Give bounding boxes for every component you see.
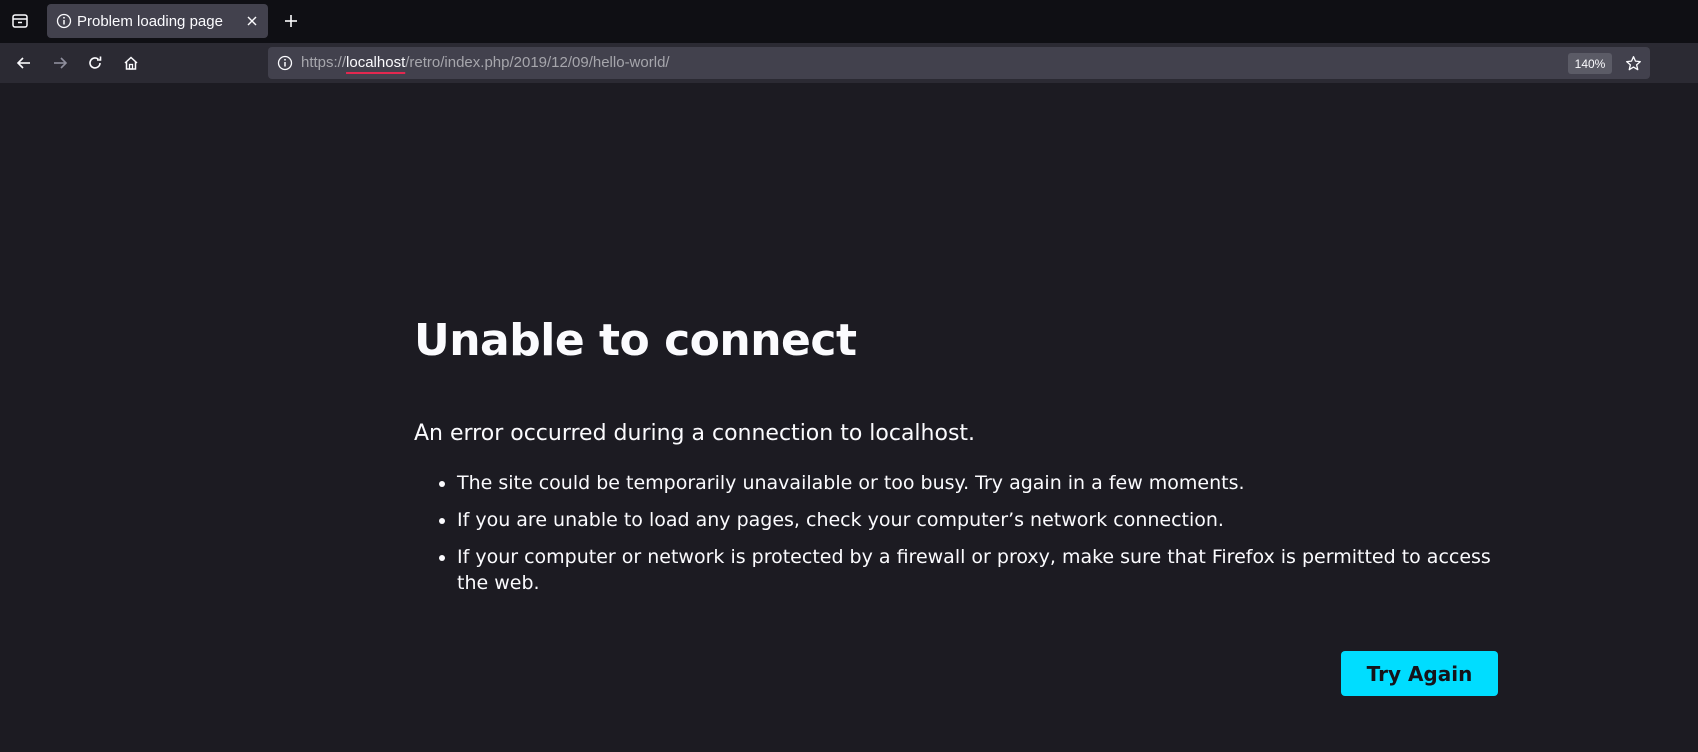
- home-icon: [124, 56, 138, 70]
- new-tab-button[interactable]: [277, 7, 305, 35]
- site-info-button[interactable]: [273, 51, 297, 75]
- arrow-right-icon: [54, 57, 68, 69]
- try-again-button[interactable]: Try Again: [1341, 651, 1498, 696]
- reload-icon: [89, 56, 102, 69]
- close-icon: [247, 16, 257, 26]
- list-item: If your computer or network is protected…: [457, 544, 1494, 596]
- url-host: localhost: [346, 54, 406, 71]
- url-text[interactable]: https://localhost/retro/index.php/2019/1…: [301, 54, 670, 71]
- error-page: Unable to connect An error occurred duri…: [0, 83, 1698, 752]
- list-all-tabs-button[interactable]: [6, 8, 34, 34]
- url-path: /retro/index.php/2019/12/09/hello-world/: [405, 54, 670, 71]
- error-suggestions: The site could be temporarily unavailabl…: [414, 470, 1494, 607]
- navigation-toolbar: https://localhost/retro/index.php/2019/1…: [0, 43, 1698, 83]
- error-description: An error occurred during a connection to…: [414, 421, 976, 446]
- home-button[interactable]: [116, 49, 146, 77]
- url-bar[interactable]: https://localhost/retro/index.php/2019/1…: [268, 47, 1650, 79]
- url-scheme: https://: [301, 54, 347, 71]
- tab-strip: Problem loading page: [0, 0, 1698, 43]
- zoom-reset-button[interactable]: 140%: [1568, 53, 1612, 74]
- star-icon: [1625, 55, 1641, 70]
- forward-button[interactable]: [45, 49, 75, 77]
- close-tab-button[interactable]: [242, 11, 262, 31]
- info-icon: [277, 55, 293, 71]
- info-icon: [56, 13, 72, 29]
- arrow-left-icon: [16, 57, 30, 69]
- tab-title: Problem loading page: [77, 13, 223, 30]
- tab-problem-loading-page[interactable]: Problem loading page: [47, 4, 268, 38]
- error-title: Unable to connect: [414, 315, 857, 366]
- list-item: The site could be temporarily unavailabl…: [457, 470, 1494, 496]
- back-button[interactable]: [9, 49, 39, 77]
- list-all-tabs-icon: [12, 14, 28, 28]
- list-item: If you are unable to load any pages, che…: [457, 507, 1494, 533]
- reload-button[interactable]: [80, 49, 110, 77]
- plus-icon: [285, 15, 297, 27]
- bookmark-button[interactable]: [1620, 51, 1646, 75]
